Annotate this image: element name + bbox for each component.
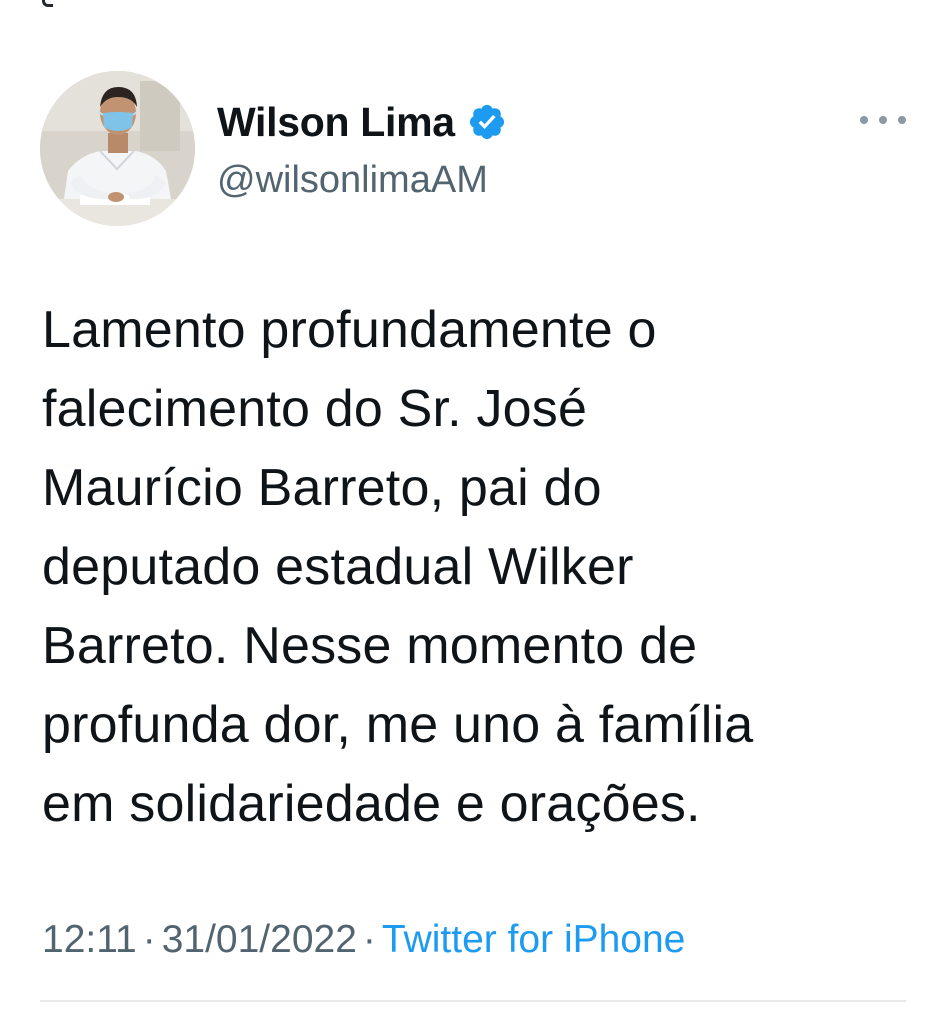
more-dot: [860, 116, 868, 124]
author-display-name[interactable]: Wilson Lima: [217, 96, 455, 148]
divider: [40, 1000, 906, 1002]
more-options-icon[interactable]: [860, 108, 906, 132]
tweet-text: Lamento profundamente o falecimento do S…: [42, 301, 754, 833]
author-handle[interactable]: @wilsonlimaAM: [217, 154, 507, 206]
meta-separator: ·: [142, 918, 156, 961]
previous-content-fragment: [42, 0, 53, 7]
more-dot: [898, 116, 906, 124]
more-dot: [879, 116, 887, 124]
meta-separator: ·: [362, 918, 376, 961]
verified-badge-icon: [469, 104, 504, 140]
author-block: Wilson Lima @wilsonlimaAM: [217, 96, 507, 206]
profile-photo-icon: [40, 71, 195, 226]
tweet-source-link[interactable]: Twitter for iPhone: [382, 918, 685, 961]
avatar[interactable]: [40, 71, 195, 226]
tweet-metadata: 12:11 · 31/01/2022 · Twitter for iPhone: [42, 914, 685, 966]
author-name-row: Wilson Lima: [217, 96, 507, 148]
tweet-time[interactable]: 12:11: [42, 918, 137, 961]
tweet-date[interactable]: 31/01/2022: [162, 918, 357, 961]
